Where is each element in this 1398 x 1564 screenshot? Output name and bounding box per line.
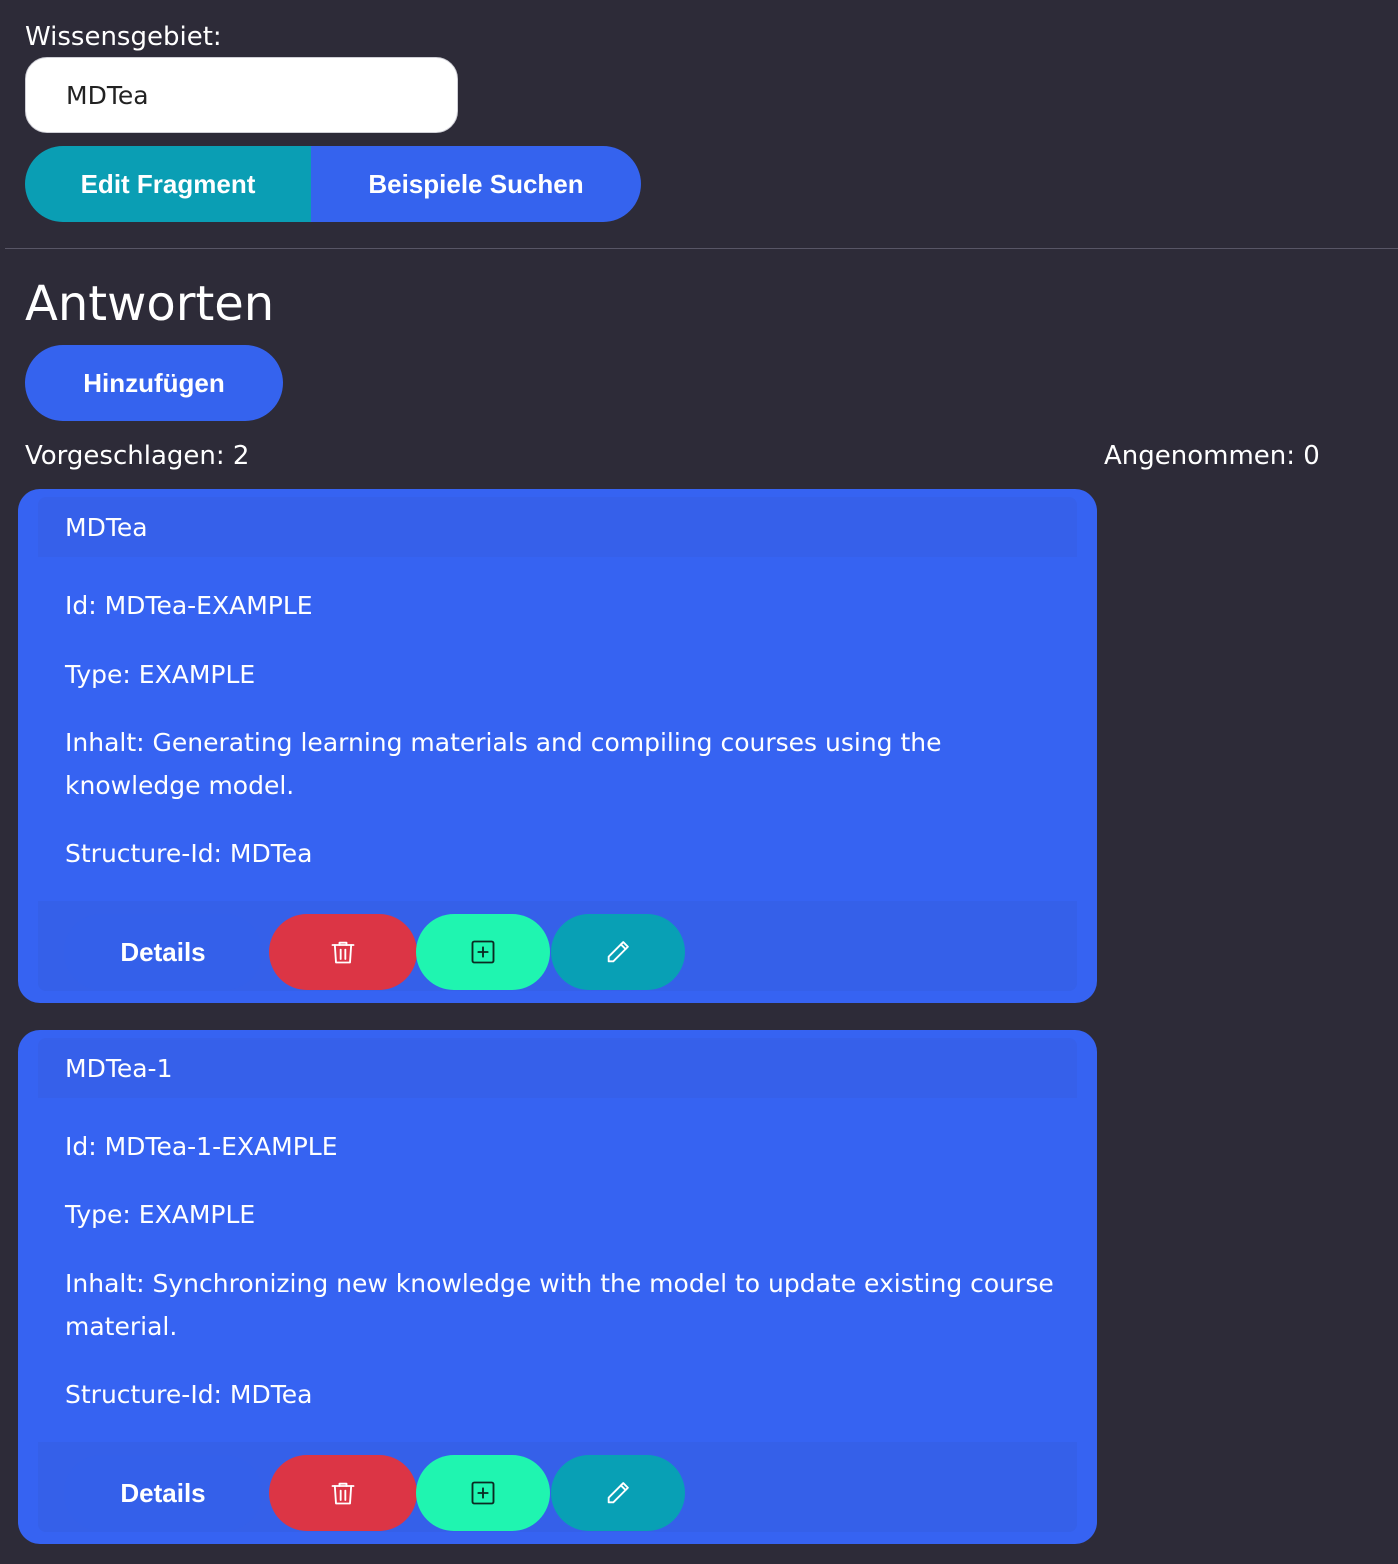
card-id: Id: MDTea-EXAMPLE <box>65 591 313 620</box>
trash-icon <box>329 1479 357 1507</box>
card-title: MDTea-1 <box>65 1054 173 1083</box>
add-item-button[interactable] <box>416 1455 550 1531</box>
edit-button[interactable] <box>551 1455 685 1531</box>
card-type: Type: EXAMPLE <box>65 1200 256 1229</box>
toolbar-button-group: Edit Fragment Beispiele Suchen <box>25 146 641 222</box>
section-heading: Antworten <box>25 276 275 332</box>
edit-fragment-button[interactable]: Edit Fragment <box>25 146 311 222</box>
card-structure-id: Structure-Id: MDTea <box>65 1380 313 1409</box>
card-title: MDTea <box>65 513 148 542</box>
card-header: MDTea-1 <box>38 1038 1077 1098</box>
card-actions: Details <box>38 1442 1077 1532</box>
delete-button[interactable] <box>269 914 417 990</box>
wissensgebiet-input[interactable] <box>25 57 458 133</box>
field-label-wissensgebiet: Wissensgebiet: <box>25 22 222 52</box>
answer-card: MDTea Id: MDTea-EXAMPLE Type: EXAMPLE In… <box>18 489 1097 1003</box>
accepted-count: Angenommen: 0 <box>1104 441 1320 471</box>
details-button[interactable]: Details <box>64 914 262 990</box>
card-id: Id: MDTea-1-EXAMPLE <box>65 1132 338 1161</box>
section-divider <box>5 248 1398 249</box>
plus-square-icon <box>469 1479 497 1507</box>
add-item-button[interactable] <box>416 914 550 990</box>
delete-button[interactable] <box>269 1455 417 1531</box>
card-type: Type: EXAMPLE <box>65 660 256 689</box>
edit-button[interactable] <box>551 914 685 990</box>
trash-icon <box>329 938 357 966</box>
card-content: Inhalt: Synchronizing new knowledge with… <box>65 1269 1054 1341</box>
answer-card: MDTea-1 Id: MDTea-1-EXAMPLE Type: EXAMPL… <box>18 1030 1097 1544</box>
card-actions: Details <box>38 901 1077 991</box>
add-button[interactable]: Hinzufügen <box>25 345 283 421</box>
plus-square-icon <box>469 938 497 966</box>
suggested-count: Vorgeschlagen: 2 <box>25 441 250 471</box>
card-structure-id: Structure-Id: MDTea <box>65 839 313 868</box>
pencil-icon <box>604 1479 632 1507</box>
pencil-icon <box>604 938 632 966</box>
card-header: MDTea <box>38 497 1077 557</box>
details-button[interactable]: Details <box>64 1455 262 1531</box>
search-examples-button[interactable]: Beispiele Suchen <box>311 146 641 222</box>
card-content: Inhalt: Generating learning materials an… <box>65 728 942 800</box>
